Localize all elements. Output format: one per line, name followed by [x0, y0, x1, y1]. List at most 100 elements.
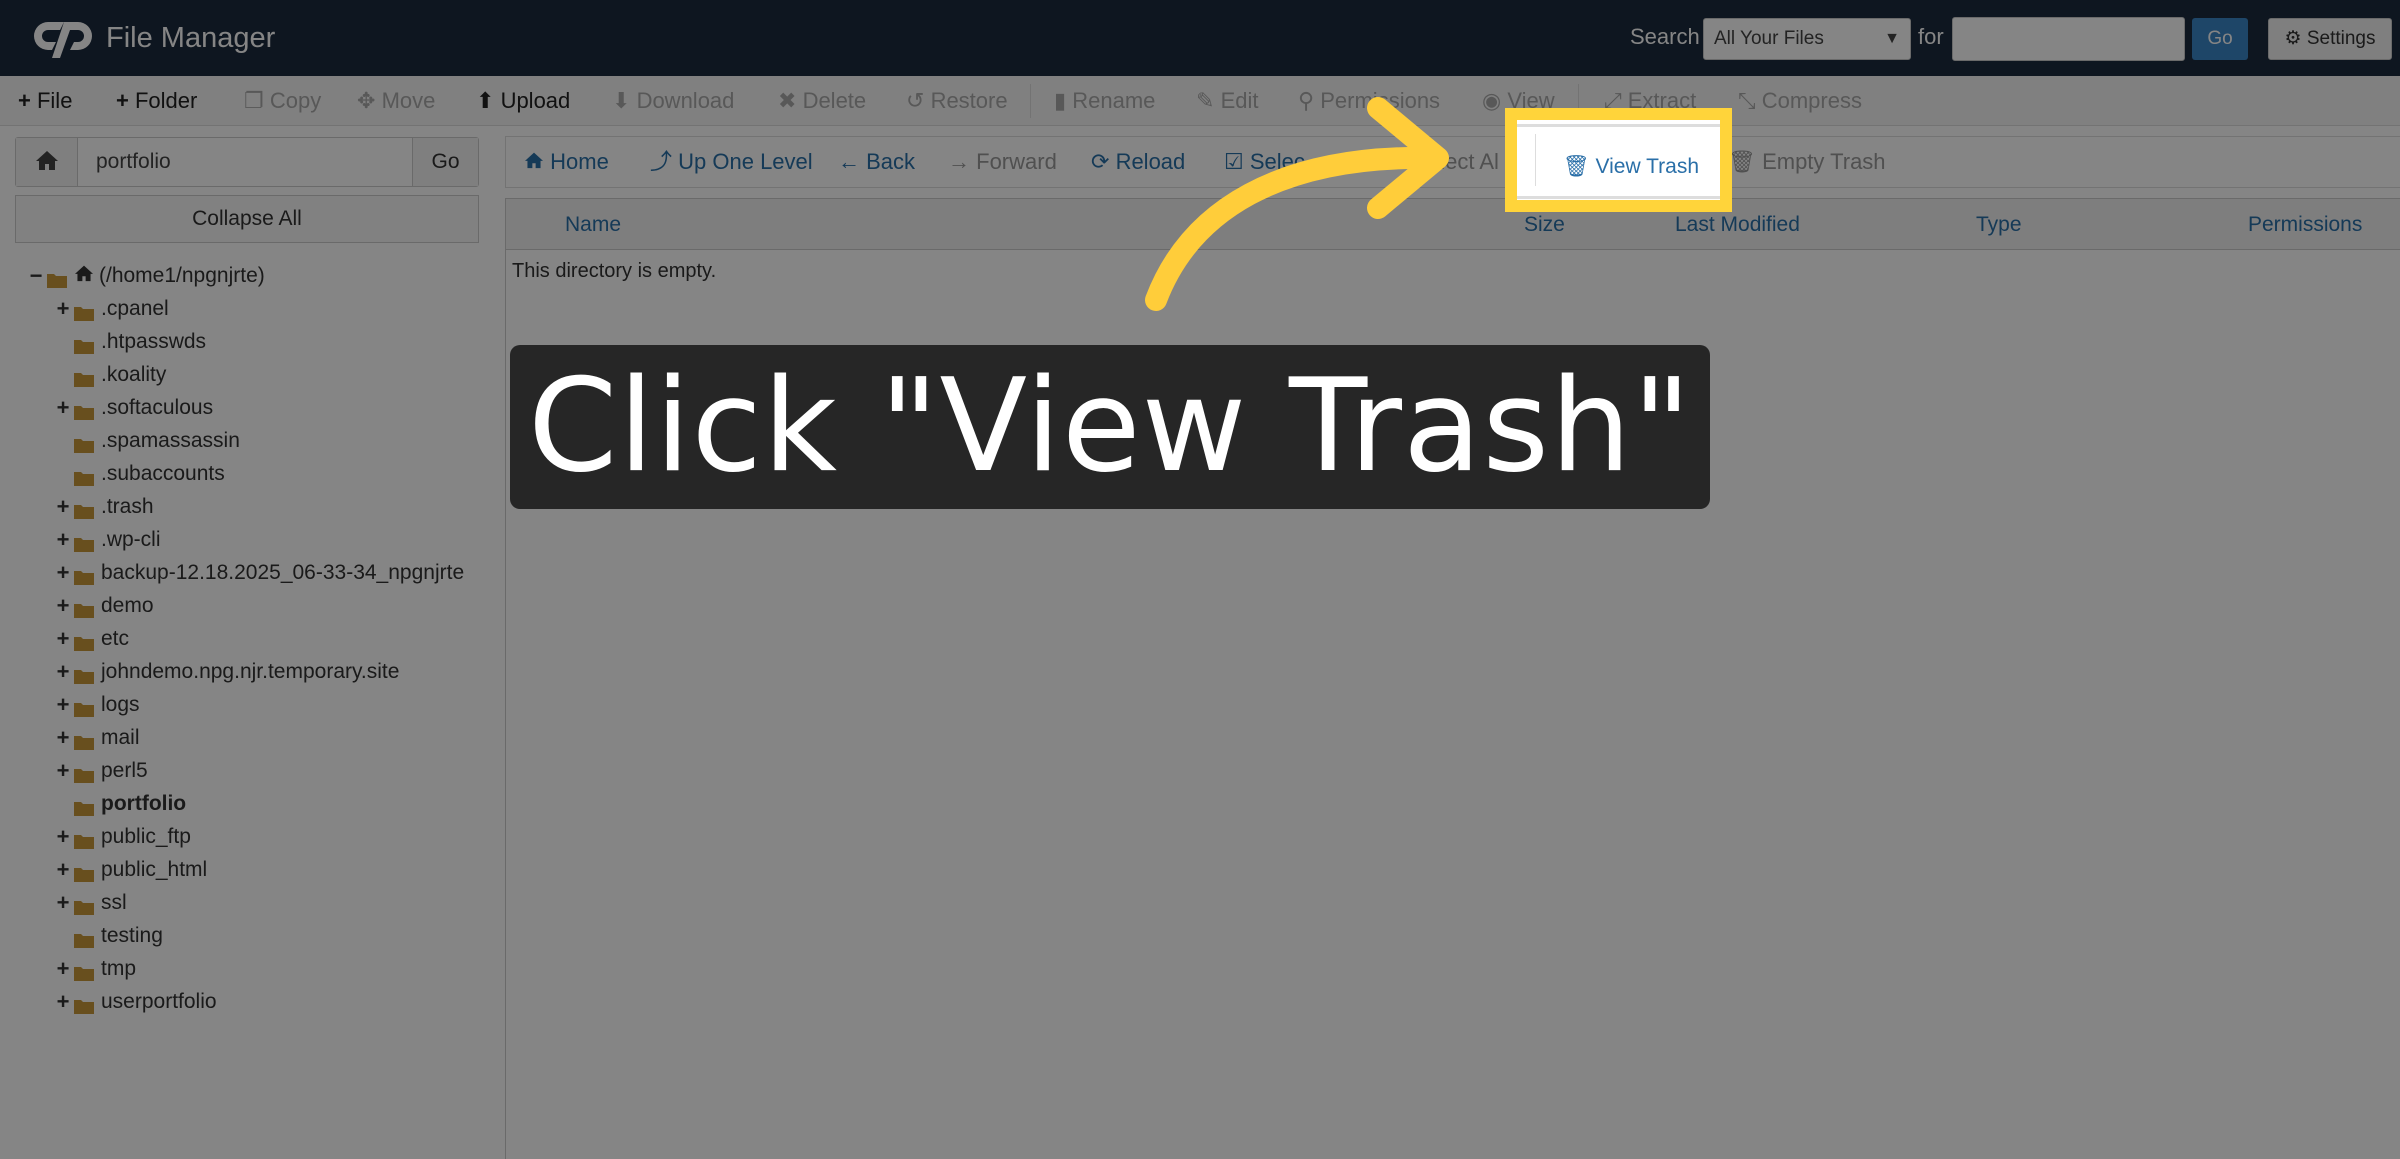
expand-icon[interactable]: +	[53, 888, 73, 918]
view-trash-label: View Trash	[1595, 155, 1700, 178]
col-type[interactable]: Type	[1976, 213, 2022, 237]
expand-icon[interactable]: +	[53, 294, 73, 324]
tree-item[interactable]: + etc	[53, 624, 129, 654]
back-label: Back	[866, 149, 916, 174]
tree-item[interactable]: + .cpanel	[53, 294, 169, 324]
upload-label: Upload	[500, 88, 571, 113]
expand-icon[interactable]: +	[53, 525, 73, 555]
tree-item[interactable]: + .wp-cli	[53, 525, 161, 555]
delete-button[interactable]: ✖ Delete	[778, 88, 866, 114]
search-input[interactable]	[1952, 17, 2185, 61]
highlight-divider	[1517, 124, 1720, 127]
tree-item[interactable]: + userportfolio	[53, 987, 217, 1017]
empty-trash-button[interactable]: 🗑 Empty Trash	[1728, 149, 1886, 175]
tree-item[interactable]: + tmp	[53, 954, 136, 984]
tree-item-label: mail	[101, 726, 140, 749]
expand-icon[interactable]: +	[53, 591, 73, 621]
delete-icon: ✖	[778, 88, 797, 113]
settings-button[interactable]: ⚙ Settings	[2268, 18, 2392, 60]
tree-item[interactable]: testing	[53, 921, 163, 951]
search-label: Search	[1630, 24, 1700, 49]
tree-item[interactable]: .koality	[53, 360, 166, 390]
folder-open-icon	[46, 268, 68, 288]
tree-item[interactable]: + .softaculous	[53, 393, 214, 423]
reload-icon: ⟳	[1091, 149, 1110, 174]
compress-label: Compress	[1761, 88, 1862, 113]
expand-icon[interactable]: +	[53, 624, 73, 654]
new-folder-label: Folder	[134, 88, 198, 113]
collapse-icon[interactable]: −	[26, 261, 46, 291]
highlight-divider	[1517, 196, 1720, 199]
tree-item-label: ssl	[101, 891, 127, 914]
expand-icon[interactable]: +	[53, 822, 73, 852]
tree-item-label: (/home1/npgnjrte)	[99, 264, 265, 287]
tree-item[interactable]: portfolio	[53, 789, 186, 819]
copy-button[interactable]: ❐ Copy	[244, 88, 321, 114]
compress-button[interactable]: ⤡ Compress	[1738, 88, 1862, 114]
search-scope-select[interactable]: All Your Files ▼	[1703, 18, 1911, 60]
collapse-all-button[interactable]: Collapse All	[15, 195, 479, 243]
folder-icon	[73, 334, 95, 354]
expand-icon[interactable]: +	[53, 492, 73, 522]
col-permissions[interactable]: Permissions	[2248, 213, 2362, 237]
col-last-modified[interactable]: Last Modified	[1675, 213, 1800, 237]
path-input[interactable]: portfolio	[96, 150, 171, 174]
trash-icon: 🗑	[1728, 149, 1756, 174]
col-name[interactable]: Name	[565, 213, 621, 237]
path-home-button[interactable]	[16, 138, 78, 186]
tree-item[interactable]: .spamassassin	[53, 426, 240, 456]
tree-item[interactable]: + logs	[53, 690, 140, 720]
home-nav-button[interactable]: Home	[524, 149, 609, 175]
expand-icon[interactable]: +	[53, 855, 73, 885]
tree-item[interactable]: + .trash	[53, 492, 154, 522]
search-go-button[interactable]: Go	[2192, 18, 2248, 60]
tree-item[interactable]: + perl5	[53, 756, 148, 786]
tree-item-label: .trash	[101, 495, 154, 518]
restore-button[interactable]: ↺ Restore	[906, 88, 1008, 114]
tree-item[interactable]: .htpasswds	[53, 327, 206, 357]
tree-item-label: .softaculous	[101, 396, 214, 419]
trash-icon: 🗑	[1563, 155, 1590, 178]
tree-item[interactable]: + mail	[53, 723, 140, 753]
home-icon	[524, 149, 550, 174]
expand-icon[interactable]: +	[53, 558, 73, 588]
tree-item[interactable]: − (/home1/npgnjrte)	[26, 261, 265, 291]
instruction-banner: Click "View Trash"	[510, 345, 1710, 509]
expand-icon[interactable]: +	[53, 987, 73, 1017]
tree-item[interactable]: .subaccounts	[53, 459, 225, 489]
folder-icon	[73, 928, 95, 948]
new-folder-button[interactable]: + Folder	[116, 88, 197, 114]
cpanel-logo[interactable]	[28, 10, 98, 67]
home-icon	[35, 149, 59, 176]
directory-tree-panel: portfolio Go Collapse All − (/home1/npgnj…	[0, 127, 492, 1159]
new-file-label: File	[36, 88, 73, 113]
expand-icon[interactable]: +	[53, 657, 73, 687]
copy-icon: ❐	[244, 88, 264, 113]
download-button[interactable]: ⬇ Download	[612, 88, 734, 114]
empty-trash-label: Empty Trash	[1762, 149, 1886, 174]
tree-item[interactable]: + public_html	[53, 855, 208, 885]
view-trash-button[interactable]: 🗑 View Trash	[1563, 155, 1699, 179]
folder-icon	[73, 433, 95, 453]
forward-button[interactable]: → Forward	[948, 149, 1057, 175]
upload-button[interactable]: ⬆ Upload	[476, 88, 570, 114]
path-go-button[interactable]: Go	[412, 138, 478, 186]
up-one-level-button[interactable]: ⤴ Up One Level	[650, 149, 813, 175]
expand-icon[interactable]: +	[53, 723, 73, 753]
tree-item-label: .htpasswds	[101, 330, 207, 353]
folder-icon	[73, 565, 95, 585]
expand-icon[interactable]: +	[53, 756, 73, 786]
back-button[interactable]: ← Back	[838, 149, 915, 175]
expand-icon[interactable]: +	[53, 393, 73, 423]
move-button[interactable]: ✥ Move	[357, 88, 435, 114]
tree-item[interactable]: + ssl	[53, 888, 127, 918]
tree-item[interactable]: + backup-12.18.2025_06-33-34_npgnjrte	[53, 558, 465, 588]
new-file-button[interactable]: + File	[18, 88, 72, 114]
tree-item-label: perl5	[101, 759, 148, 782]
expand-icon[interactable]: +	[53, 690, 73, 720]
tree-item[interactable]: + public_ftp	[53, 822, 191, 852]
expand-icon[interactable]: +	[53, 954, 73, 984]
tree-item[interactable]: + demo	[53, 591, 154, 621]
tree-item[interactable]: + johndemo.npg.njr.temporary.site	[53, 657, 400, 687]
tree-item-label: backup-12.18.2025_06-33-34_npgnjrte	[101, 561, 465, 584]
